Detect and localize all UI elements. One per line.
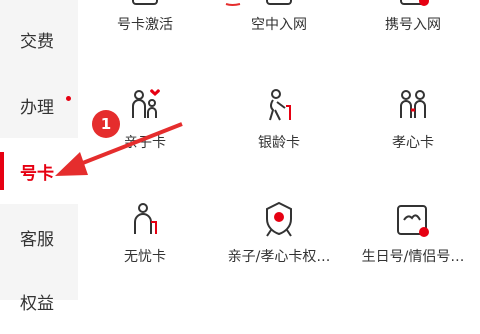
sim-activate-icon [132, 0, 158, 5]
grid-item-label: 银龄卡 [258, 135, 300, 151]
sidebar-item-label: 客服 [20, 229, 54, 250]
category-sidebar: 交费 办理 号卡 客服 权益 [0, 0, 78, 314]
grid-item-carefree[interactable]: 无忧卡 [78, 200, 212, 270]
sidebar-item-service[interactable]: 客服 [0, 204, 78, 270]
sidebar-item-label: 交费 [20, 31, 54, 52]
notification-dot [66, 96, 71, 101]
grid-item-air-network[interactable]: 空中入网 [212, 0, 346, 40]
carefree-icon [134, 203, 157, 234]
sidebar-item-handle[interactable]: 办理 [0, 72, 78, 138]
parent-child-icon [132, 89, 160, 118]
grid-item-label: 生日号/情侣号… [361, 249, 465, 265]
birthday-number-icon [397, 205, 429, 237]
grid-item-card-rights[interactable]: 亲子/孝心卡权… [212, 200, 346, 270]
grid-item-filial[interactable]: 孝心卡 [346, 86, 480, 156]
sidebar-item-payment[interactable]: 交费 [0, 6, 78, 72]
grid-item-label: 亲子/孝心卡权… [227, 249, 331, 265]
grid-item-label: 号卡激活 [117, 17, 173, 33]
step-badge: 1 [92, 110, 120, 138]
sidebar-item-label: 权益 [20, 293, 54, 314]
air-network-icon [266, 0, 292, 5]
grid-item-label: 孝心卡 [392, 135, 434, 151]
service-grid: 号卡激活 空中入网 携号入网 亲子卡 银龄卡 孝心卡 无忧卡 亲子/孝心卡权… … [78, 0, 480, 300]
sidebar-item-rights[interactable]: 权益 [0, 268, 78, 334]
elderly-icon [269, 89, 291, 121]
grid-item-label: 携号入网 [385, 17, 441, 33]
grid-item-elderly[interactable]: 银龄卡 [212, 86, 346, 156]
grid-item-label: 无忧卡 [124, 249, 166, 265]
sidebar-item-label: 号卡 [20, 163, 54, 184]
grid-item-birthday-number[interactable]: 生日号/情侣号… [346, 200, 480, 270]
filial-icon [400, 90, 426, 118]
sidebar-item-label: 办理 [20, 97, 54, 118]
sidebar-item-sim-card[interactable]: 号卡 [0, 138, 78, 204]
port-in-icon [400, 0, 429, 6]
grid-item-sim-activate[interactable]: 号卡激活 [78, 0, 212, 40]
active-indicator [0, 152, 4, 190]
grid-item-label: 空中入网 [251, 17, 307, 33]
grid-item-port-in[interactable]: 携号入网 [346, 0, 480, 40]
rights-badge-icon [266, 201, 292, 237]
